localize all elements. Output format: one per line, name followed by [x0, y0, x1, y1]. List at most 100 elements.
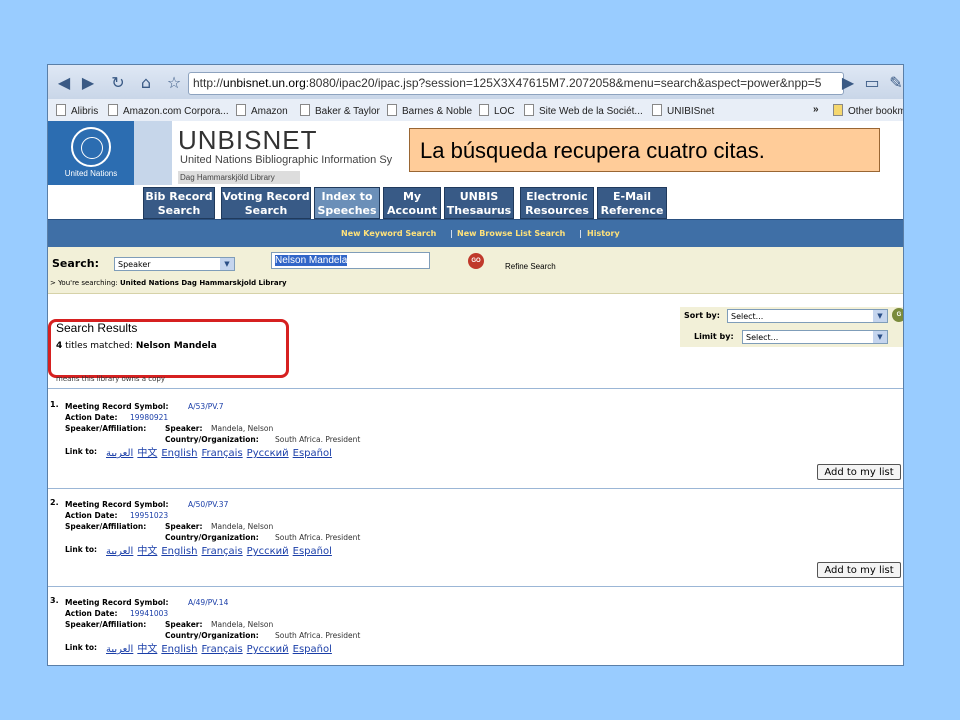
tools-icon[interactable]: ✎	[886, 73, 903, 93]
sub-navigation: New Keyword Search | New Browse List Sea…	[48, 219, 903, 248]
star-icon[interactable]: ☆	[164, 73, 184, 93]
header-stripe	[134, 121, 172, 185]
speaker-affiliation-label: Speaker/Affiliation:	[65, 522, 147, 531]
link-russian[interactable]: Русский	[247, 448, 289, 459]
link-english[interactable]: English	[161, 644, 197, 655]
sort-select[interactable]: Select... ▼	[727, 309, 888, 323]
link-spanish[interactable]: Español	[293, 546, 332, 557]
limit-select[interactable]: Select... ▼	[742, 330, 888, 344]
link-russian[interactable]: Русский	[247, 644, 289, 655]
divider	[48, 586, 903, 587]
bookmark-item[interactable]: LOC	[479, 104, 515, 117]
chevron-down-icon: ▼	[873, 331, 887, 343]
speaker-value: Mandela, Nelson	[211, 522, 274, 531]
language-links: العربية 中文 English Français Русский Español	[106, 640, 336, 655]
link-arabic[interactable]: العربية	[106, 448, 133, 459]
link-chinese[interactable]: 中文	[137, 546, 157, 557]
bookmark-item[interactable]: UNIBISnet	[652, 104, 714, 117]
address-bar[interactable]: http://unbisnet.un.org:8080/ipac20/ipac.…	[188, 72, 844, 95]
go-arrow-icon[interactable]: ▶	[838, 73, 858, 93]
page-icon	[524, 104, 534, 116]
link-russian[interactable]: Русский	[247, 546, 289, 557]
tab-unbis-thesaurus[interactable]: UNBIS Thesaurus	[444, 187, 514, 219]
highlight-box	[48, 319, 289, 378]
link-chinese[interactable]: 中文	[137, 644, 157, 655]
bookmark-item[interactable]: Alibris	[56, 104, 98, 117]
page-icon	[300, 104, 310, 116]
date-value: 19941003	[130, 609, 169, 618]
bookmark-item[interactable]: Site Web de la Sociét...	[524, 104, 643, 117]
date-label: Action Date:	[65, 609, 118, 618]
history-link[interactable]: History	[587, 229, 620, 238]
un-logo-label: United Nations	[64, 169, 118, 178]
page-icon	[387, 104, 397, 116]
forward-icon[interactable]: ▶	[78, 73, 98, 93]
link-chinese[interactable]: 中文	[137, 448, 157, 459]
result-record: 2. Meeting Record Symbol: A/50/PV.37 Act…	[48, 496, 903, 592]
refine-search-link[interactable]: Refine Search	[505, 262, 556, 271]
link-english[interactable]: English	[161, 448, 197, 459]
country-value: South Africa. President	[275, 533, 361, 542]
bookmark-item[interactable]: Amazon	[236, 104, 288, 117]
sort-go-button[interactable]: G	[892, 308, 903, 322]
page-menu-icon[interactable]: ▭	[862, 73, 882, 93]
page-icon	[479, 104, 489, 116]
tab-index-to-speeches[interactable]: Index to Speeches	[314, 187, 380, 219]
tab-my-account[interactable]: My Account	[383, 187, 441, 219]
tab-electronic-resources[interactable]: Electronic Resources	[520, 187, 594, 219]
site-subtitle: United Nations Bibliographic Information…	[180, 154, 393, 166]
ownership-legend: means this library owns a copy	[56, 375, 166, 383]
link-label: Link to:	[65, 447, 98, 456]
link-french[interactable]: Français	[201, 448, 242, 459]
new-browse-list-search-link[interactable]: New Browse List Search	[457, 229, 565, 238]
link-spanish[interactable]: Español	[293, 448, 332, 459]
library-name: Dag Hammarskjöld Library	[178, 171, 300, 184]
record-number: 2.	[50, 498, 59, 507]
home-icon[interactable]: ⌂	[136, 73, 156, 93]
bookmark-item[interactable]: Barnes & Noble	[387, 104, 472, 117]
symbol-value[interactable]: A/50/PV.37	[188, 500, 228, 509]
link-french[interactable]: Français	[201, 644, 242, 655]
un-emblem-icon	[71, 127, 111, 167]
link-english[interactable]: English	[161, 546, 197, 557]
go-button[interactable]: GO	[468, 253, 484, 269]
symbol-value[interactable]: A/49/PV.14	[188, 598, 228, 607]
speaker-label: Speaker:	[165, 620, 203, 629]
link-arabic[interactable]: العربية	[106, 644, 133, 655]
tab-email-reference[interactable]: E-Mail Reference	[597, 187, 667, 219]
result-record: 1. Meeting Record Symbol: A/53/PV.7 Acti…	[48, 398, 903, 494]
page-icon	[108, 104, 118, 116]
link-spanish[interactable]: Español	[293, 644, 332, 655]
searching-info: > You're searching: United Nations Dag H…	[50, 279, 287, 287]
record-number: 1.	[50, 400, 59, 409]
add-to-list-button[interactable]: Add to my list	[817, 562, 901, 578]
add-to-list-button[interactable]: Add to my list	[817, 464, 901, 480]
speaker-label: Speaker:	[165, 522, 203, 531]
folder-icon	[833, 104, 843, 116]
tab-voting-record-search[interactable]: Voting Record Search	[221, 187, 311, 219]
search-input[interactable]: Nelson Mandela	[271, 252, 430, 269]
reload-icon[interactable]: ↻	[108, 73, 128, 93]
un-logo[interactable]: United Nations	[48, 121, 134, 185]
language-links: العربية 中文 English Français Русский Español	[106, 444, 336, 459]
speaker-value: Mandela, Nelson	[211, 424, 274, 433]
link-label: Link to:	[65, 545, 98, 554]
bookmarks-overflow[interactable]: »	[813, 104, 819, 115]
sort-label: Sort by:	[684, 311, 720, 320]
bookmark-item[interactable]: Baker & Taylor	[300, 104, 380, 117]
search-field-select[interactable]: Speaker ▼	[114, 257, 235, 271]
link-arabic[interactable]: العربية	[106, 546, 133, 557]
slide-caption: La búsqueda recupera cuatro citas.	[409, 128, 880, 172]
new-keyword-search-link[interactable]: New Keyword Search	[341, 229, 436, 238]
link-french[interactable]: Français	[201, 546, 242, 557]
site-title: UNBISNET	[178, 125, 318, 155]
symbol-value[interactable]: A/53/PV.7	[188, 402, 224, 411]
page-icon	[56, 104, 66, 116]
tab-bib-record-search[interactable]: Bib Record Search	[143, 187, 215, 219]
bookmark-item[interactable]: Amazon.com Corpora...	[108, 104, 229, 117]
symbol-label: Meeting Record Symbol:	[65, 402, 169, 411]
record-number: 3.	[50, 596, 59, 605]
bookmark-folder[interactable]: Other bookm	[833, 104, 903, 117]
back-icon[interactable]: ◀	[54, 73, 74, 93]
speaker-label: Speaker:	[165, 424, 203, 433]
